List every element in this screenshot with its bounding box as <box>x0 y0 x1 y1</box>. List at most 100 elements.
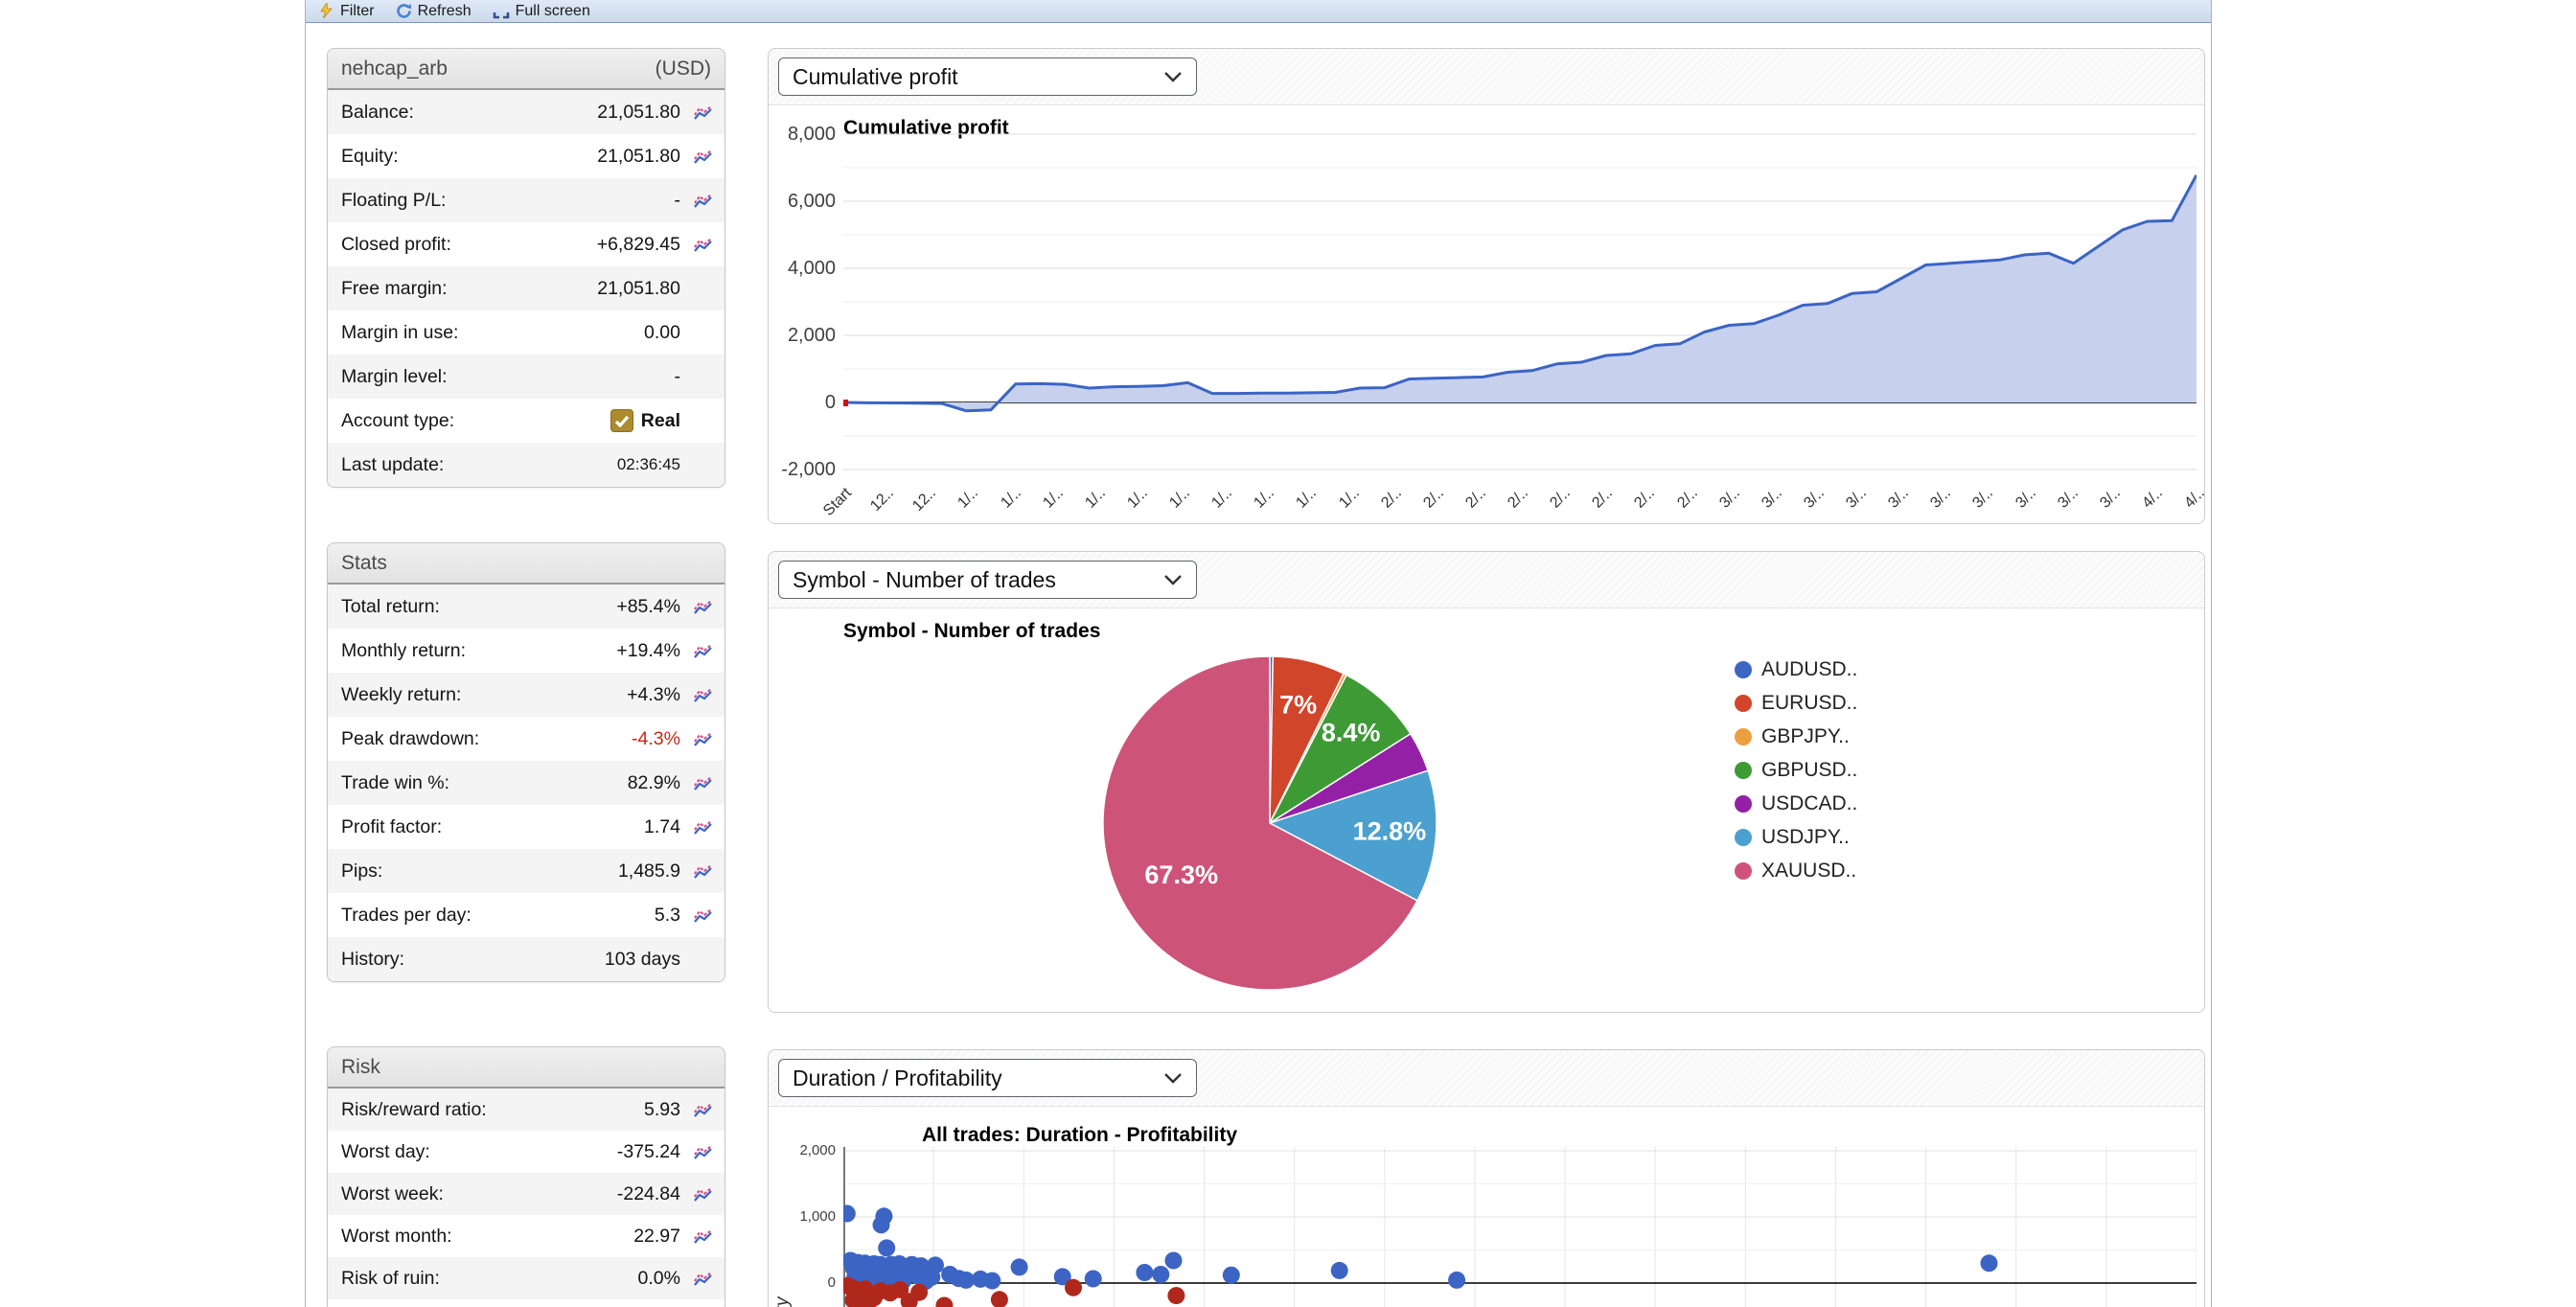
row-value: +19.4% <box>616 640 680 662</box>
mini-chart-icon[interactable] <box>693 731 713 747</box>
legend-dot-icon <box>1735 728 1752 745</box>
x-axis-tick: 3/.. <box>2073 485 2125 524</box>
legend-dot-icon <box>1735 762 1752 779</box>
row-value: - <box>675 366 681 388</box>
table-row: Worst week: -224.84 <box>328 1173 724 1215</box>
row-label: History: <box>341 949 404 971</box>
y-axis-tick: 6,000 <box>770 189 836 214</box>
filter-label: Filter <box>340 3 375 20</box>
x-axis-tick: 1/.. <box>1269 485 1321 524</box>
mini-chart-icon[interactable] <box>693 819 713 836</box>
row-label: Balance: <box>341 102 414 124</box>
row-label: Peak drawdown: <box>341 728 479 750</box>
row-value: 1,485.9 <box>618 860 680 883</box>
table-row: Equity: 21,051.80 <box>328 134 724 178</box>
mini-chart-icon[interactable] <box>693 1186 713 1203</box>
legend-item: GBPJPY.. <box>1735 720 1857 753</box>
row-label: Account type: <box>341 410 454 432</box>
y-axis: 2,0001,0000 <box>769 1107 836 1307</box>
row-value: 0.0% <box>638 1268 680 1290</box>
stats-rows: Total return: +85.4% Monthly return: +19… <box>328 585 724 981</box>
chart-type-select-2[interactable]: Symbol - Number of trades <box>778 561 1197 599</box>
row-label: Trades per day: <box>341 905 472 927</box>
fullscreen-label: Full screen <box>516 3 590 20</box>
svg-text:8.4%: 8.4% <box>1322 719 1381 747</box>
x-axis-tick: 1/.. <box>1311 485 1363 524</box>
line-chart-plot[interactable] <box>843 125 2196 477</box>
mini-chart-icon[interactable] <box>693 1271 713 1287</box>
mini-chart-icon[interactable] <box>693 643 713 659</box>
chart-type-select-1[interactable]: Cumulative profit <box>778 57 1197 96</box>
chevron-down-icon <box>1163 71 1183 82</box>
refresh-button[interactable]: Refresh <box>396 3 472 20</box>
svg-text:12.8%: 12.8% <box>1353 816 1427 845</box>
row-value: 5.3 <box>655 905 680 927</box>
legend-dot-icon <box>1735 695 1752 712</box>
mini-chart-icon[interactable] <box>693 1102 713 1118</box>
main-content: Cumulative profit Cumulative profit 8,00… <box>768 48 2205 1307</box>
table-row: Worst day: -375.24 <box>328 1131 724 1173</box>
row-label: Worst month: <box>341 1226 452 1248</box>
filter-button[interactable]: Filter <box>319 3 375 20</box>
fullscreen-button[interactable]: Full screen <box>493 3 590 20</box>
mini-chart-icon[interactable] <box>693 1228 713 1245</box>
pie-legend: AUDUSD.. EURUSD.. GBPJPY.. GBPUSD.. <box>1735 653 1857 887</box>
sidebar: nehcap_arb (USD) Balance: 21,051.80 <box>327 48 725 1307</box>
mini-chart-icon[interactable] <box>693 599 713 615</box>
mini-chart-icon[interactable] <box>693 1144 713 1160</box>
legend-label: GBPUSD.. <box>1761 759 1857 782</box>
table-row: Free margin: 21,051.80 <box>328 266 724 310</box>
pie-chart-plot[interactable]: 7%8.4%12.8%67.3% <box>1097 651 1442 996</box>
risk-panel-header: Risk <box>328 1047 724 1089</box>
mini-chart-icon[interactable] <box>693 149 713 165</box>
y-axis-tick: 2,000 <box>770 323 836 348</box>
table-row: Closed profit: +6,829.45 <box>328 222 724 266</box>
risk-title: Risk <box>341 1056 380 1079</box>
lightning-filter-icon <box>319 3 334 19</box>
mini-chart-icon[interactable] <box>693 775 713 791</box>
table-row: Floating P/L: - <box>328 178 724 222</box>
x-axis-tick: 2/.. <box>1481 485 1532 524</box>
row-label: Trade win %: <box>341 772 449 794</box>
legend-item: USDCAD.. <box>1735 787 1857 820</box>
x-axis-tick: 1/.. <box>1100 485 1152 524</box>
table-row: Weekly return: +4.3% <box>328 673 724 717</box>
x-axis-tick: 3/.. <box>1903 485 1955 524</box>
y-axis: 8,0006,0004,0002,0000-2,000 <box>769 105 836 524</box>
x-axis-tick: 3/.. <box>1861 485 1913 524</box>
x-axis-tick: 2/.. <box>1607 485 1659 524</box>
mini-chart-icon[interactable] <box>693 104 713 121</box>
row-value: -4.3% <box>632 728 680 750</box>
legend-label: USDJPY.. <box>1761 826 1850 849</box>
legend-dot-icon <box>1735 862 1752 880</box>
table-row: Peak drawdown: -4.3% <box>328 717 724 761</box>
row-value: - <box>675 190 681 212</box>
duration-scatter-chart: All trades: Duration - Profitability Pro… <box>769 1106 2204 1307</box>
mini-chart-icon[interactable] <box>693 863 713 880</box>
row-value: 02:36:45 <box>617 455 680 474</box>
mini-chart-icon[interactable] <box>693 237 713 253</box>
table-row: Pips: 1,485.9 <box>328 849 724 893</box>
x-axis-tick: 2/.. <box>1396 485 1448 524</box>
chevron-down-icon <box>1163 574 1183 585</box>
row-value: 0.00 <box>644 322 680 344</box>
row-label: Weekly return: <box>341 684 461 706</box>
row-value: 22.97 <box>633 1226 680 1248</box>
row-value: +85.4% <box>616 596 680 618</box>
y-axis-tick: 4,000 <box>770 256 836 281</box>
scatter-plot[interactable] <box>843 1147 2196 1307</box>
mini-chart-icon[interactable] <box>693 907 713 924</box>
mini-chart-icon[interactable] <box>693 193 713 209</box>
table-row: Risk of ruin: 0.0% <box>328 1257 724 1299</box>
table-row: Worst month: 22.97 <box>328 1215 724 1257</box>
symbol-trades-panel: Symbol - Number of trades Symbol - Numbe… <box>768 551 2205 1013</box>
legend-label: AUDUSD.. <box>1761 658 1857 681</box>
table-row: History: 103 days <box>328 937 724 981</box>
risk-rows: Risk/reward ratio: 5.93 Worst day: -375.… <box>328 1089 724 1307</box>
x-axis-tick: 2/.. <box>1354 485 1406 524</box>
mini-chart-icon[interactable] <box>693 687 713 703</box>
row-value: 21,051.80 <box>597 278 680 300</box>
refresh-icon <box>396 3 412 19</box>
chart-type-select-3[interactable]: Duration / Profitability <box>778 1059 1197 1097</box>
legend-item: AUDUSD.. <box>1735 653 1857 686</box>
